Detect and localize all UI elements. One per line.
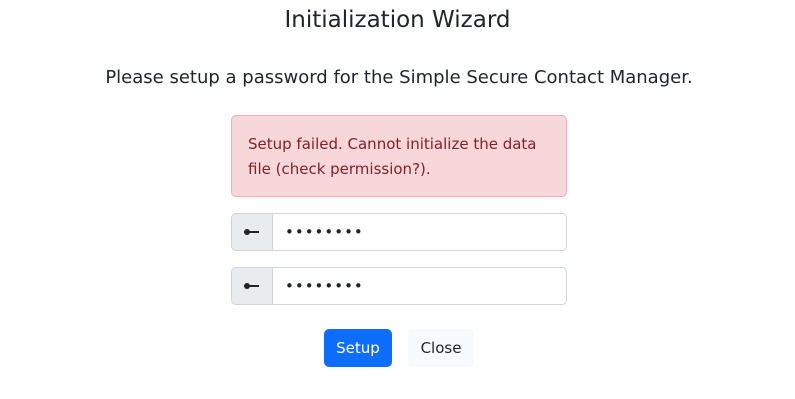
error-alert-message: Setup failed. Cannot initialize the data… [248,135,537,178]
password-input[interactable] [272,213,567,251]
confirm-password-input-group [231,267,567,305]
page-subtitle: Please setup a password for the Simple S… [105,67,693,88]
password-input-group [231,213,567,251]
key-icon [231,267,272,305]
init-wizard-dialog: Initialization Wizard Please setup a pas… [0,0,795,399]
page-title: Initialization Wizard [284,7,511,33]
close-button[interactable]: Close [408,329,474,367]
error-alert: Setup failed. Cannot initialize the data… [231,115,567,197]
setup-button[interactable]: Setup [324,329,392,367]
key-icon [231,213,272,251]
confirm-password-input[interactable] [272,267,567,305]
